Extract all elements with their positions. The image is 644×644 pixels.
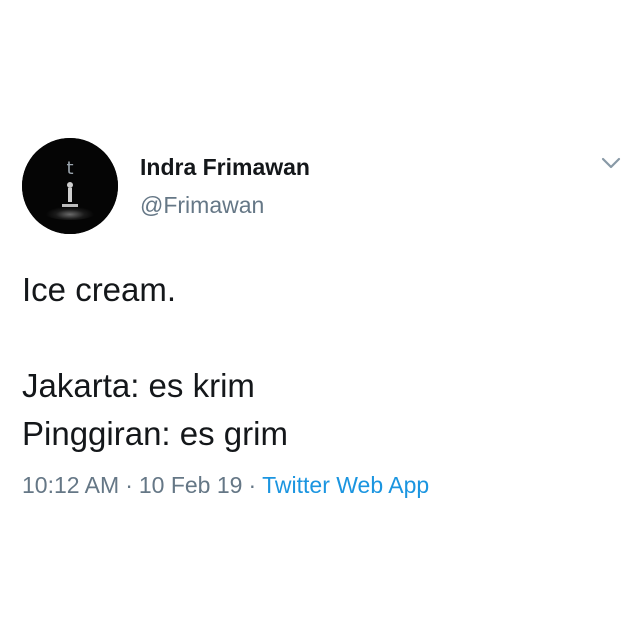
tweet-text-line: Jakarta: es krim: [22, 367, 255, 404]
author-display-name[interactable]: Indra Frimawan: [140, 154, 310, 181]
meta-separator: ·: [248, 472, 257, 498]
tweet-time[interactable]: 10:12 AM: [22, 472, 119, 498]
meta-separator: ·: [125, 472, 133, 498]
avatar-image: t: [22, 138, 118, 234]
tweet-date[interactable]: 10 Feb 19: [139, 472, 243, 498]
tweet-text-line: Ice cream.: [22, 271, 177, 308]
tweet-source-link[interactable]: Twitter Web App: [262, 472, 429, 498]
avatar[interactable]: t: [22, 138, 118, 234]
tweet-metadata: 10:12 AM · 10 Feb 19 · Twitter Web App: [22, 472, 429, 499]
avatar-letter: t: [66, 158, 73, 179]
tweet-text-line: Pinggiran: es grim: [22, 415, 288, 452]
tweet-text: Ice cream. Jakarta: es krim Pinggiran: e…: [22, 266, 622, 458]
author-handle[interactable]: @Frimawan: [140, 192, 264, 219]
tweet-card: t Indra Frimawan @Frimawan Ice cream. Ja…: [0, 0, 644, 644]
chevron-down-icon[interactable]: [598, 150, 624, 176]
